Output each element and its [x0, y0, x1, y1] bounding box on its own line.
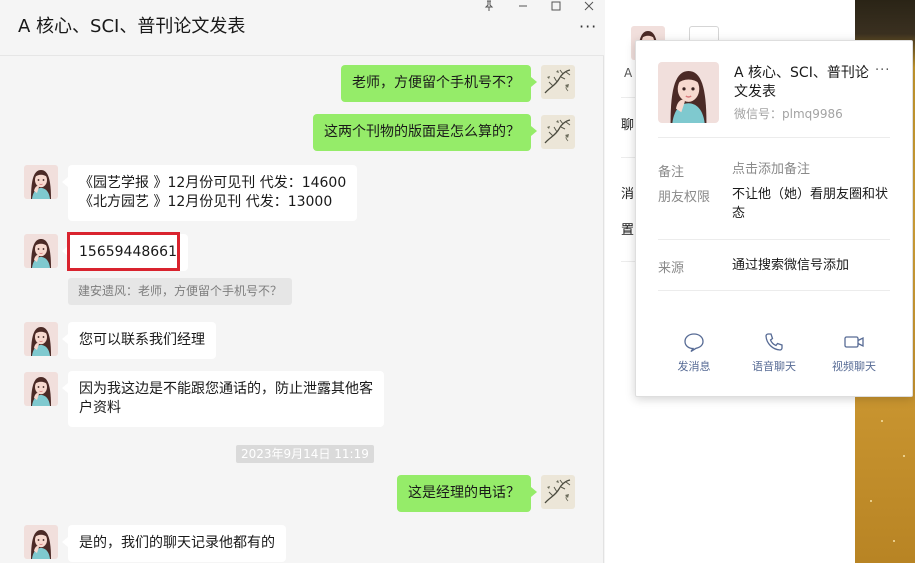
divider [658, 290, 890, 291]
message-text: 这是经理的电话？ [408, 485, 520, 501]
panel-item[interactable]: 置 [621, 219, 634, 238]
profile-name: A 核心、SCI、普刊论文发表 [734, 65, 869, 100]
remark-value[interactable]: 点击添加备注 [732, 160, 892, 179]
pin-icon[interactable] [482, 0, 496, 14]
red-highlight-box [67, 232, 180, 271]
video-camera-icon [843, 331, 865, 353]
maximize-icon[interactable] [549, 0, 563, 14]
voice-call-label: 语音聊天 [752, 360, 796, 373]
video-call-button[interactable]: 视频聊天 [823, 331, 885, 374]
message-bubble-outgoing[interactable]: 老师，方便留个手机号不？ [341, 65, 537, 102]
send-message-button[interactable]: 发消息 [663, 331, 725, 374]
divider [658, 137, 890, 138]
divider [658, 239, 890, 240]
profile-more-button[interactable]: ··· [875, 64, 890, 77]
message-bubble-outgoing[interactable]: 这两个刊物的版面是怎么算的？ [313, 114, 537, 151]
message-bubble-incoming[interactable]: 是的，我们的聊天记录他都有的 [62, 525, 286, 562]
message-bubble-incoming[interactable]: 《园艺学报 》12月份可见刊 代发：14600 《北方园艺 》12月份见刊 代发… [61, 165, 358, 221]
video-call-label: 视频聊天 [832, 360, 876, 373]
chat-title: A 核心、SCI、普刊论文发表 [18, 16, 246, 37]
permission-value[interactable]: 不让他（她）看朋友圈和状态 [732, 185, 892, 223]
send-message-label: 发消息 [677, 360, 711, 373]
message-text: 是的，我们的聊天记录他都有的 [79, 535, 275, 551]
chat-header: A 核心、SCI、普刊论文发表 ··· [0, 0, 604, 56]
my-avatar[interactable] [541, 65, 575, 99]
minimize-icon[interactable] [516, 0, 530, 14]
phone-icon [763, 331, 785, 353]
close-icon[interactable] [582, 0, 596, 14]
message-text-line: 因为我这边是不能跟您通话的，防止泄露其他客 [79, 381, 373, 397]
message-text-line: 《园艺学报 》12月份可见刊 代发：14600 [79, 175, 347, 191]
profile-wechat-id: 微信号：plmq9986 [734, 107, 843, 121]
source-value: 通过搜索微信号添加 [732, 258, 850, 273]
contact-avatar[interactable] [24, 165, 58, 199]
panel-item[interactable]: 聊 [621, 114, 634, 133]
chat-window: A 核心、SCI、普刊论文发表 ··· 老师，方便留个手机号不？ 这两个刊物的版… [0, 0, 604, 563]
contact-avatar[interactable] [24, 322, 58, 356]
message-text: 您可以联系我们经理 [79, 332, 205, 348]
permission-label: 朋友权限 [658, 190, 711, 205]
profile-card-popup: A 核心、SCI、普刊论文发表 微信号：plmq9986 ··· 备注 点击添加… [635, 40, 913, 397]
contact-avatar[interactable] [24, 525, 58, 559]
panel-item[interactable]: 消 [621, 183, 634, 202]
timestamp: 2023年9月14日 11:19 [236, 445, 374, 463]
message-text-line: 《北方园艺 》12月份见刊 代发：13000 [79, 194, 333, 210]
quoted-reply[interactable]: 建安遗风：老师，方便留个手机号不？ [68, 278, 293, 305]
voice-call-button[interactable]: 语音聊天 [743, 331, 805, 374]
remark-label: 备注 [658, 165, 685, 180]
contact-avatar[interactable] [24, 372, 58, 406]
message-text: 老师，方便留个手机号不？ [352, 75, 520, 91]
member-name: A [624, 66, 633, 80]
message-bubble-outgoing[interactable]: 这是经理的电话？ [397, 475, 537, 512]
profile-avatar[interactable] [658, 62, 719, 123]
my-avatar[interactable] [541, 115, 575, 149]
source-label: 来源 [658, 261, 685, 276]
chat-more-button[interactable]: ··· [579, 19, 597, 35]
message-text: 这两个刊物的版面是怎么算的？ [324, 124, 520, 140]
my-avatar[interactable] [541, 475, 575, 509]
contact-avatar[interactable] [24, 234, 58, 268]
message-bubble-incoming[interactable]: 因为我这边是不能跟您通话的，防止泄露其他客 户资料 [62, 371, 384, 427]
chat-bubble-icon [683, 331, 705, 353]
message-text-line: 户资料 [79, 400, 121, 416]
message-bubble-incoming[interactable]: 您可以联系我们经理 [62, 322, 216, 359]
